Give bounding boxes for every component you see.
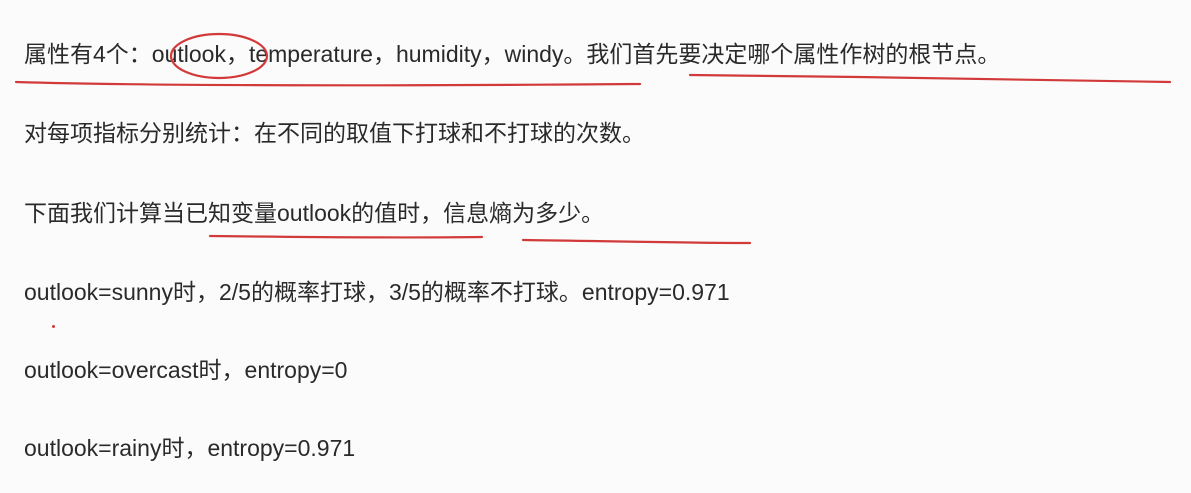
sunny-entropy-line: outlook=sunny时，2/5的概率打球，3/5的概率不打球。entrop… (24, 277, 730, 307)
attributes-rest: ，temperature，humidity，windy。 (225, 41, 587, 67)
stray-pen-dot (52, 325, 55, 328)
entropy-underline (521, 238, 752, 245)
overcast-entropy-text: outlook=overcast时，entropy=0 (24, 357, 348, 383)
entropy-question-comma: ， (420, 200, 444, 226)
statistics-line: 对每项指标分别统计：在不同的取值下打球和不打球的次数。 (24, 118, 645, 148)
entropy-phrase: 信息熵为多少。 (443, 200, 605, 226)
entropy-question-line: 下面我们计算当已知变量outlook的值时，信息熵为多少。 (24, 198, 604, 228)
sunny-entropy-text: outlook=sunny时，2/5的概率打球，3/5的概率不打球。entrop… (24, 279, 730, 305)
pen-annotations (14, 32, 1172, 245)
rainy-entropy-line: outlook=rainy时，entropy=0.971 (24, 433, 355, 463)
entropy-question-prefix: 下面我们计算当 (24, 200, 185, 226)
root-node-underline (688, 73, 1172, 84)
slide-page: 属性有4个：outlook，temperature，humidity，windy… (0, 0, 1191, 493)
attributes-prefix: 属性有4个： (24, 41, 152, 67)
root-node-question: 我们首先要决定哪个属性作树的根节点。 (586, 41, 1001, 67)
outlook-word: outlook (151, 41, 226, 67)
attributes-underline (14, 80, 642, 87)
statistics-text: 对每项指标分别统计：在不同的取值下打球和不打球的次数。 (24, 120, 645, 146)
rainy-entropy-text: outlook=rainy时，entropy=0.971 (24, 435, 356, 461)
attributes-line: 属性有4个：outlook，temperature，humidity，windy… (24, 39, 1000, 69)
known-variable-underline (208, 234, 484, 239)
overcast-entropy-line: outlook=overcast时，entropy=0 (24, 355, 347, 385)
known-variable-phrase: 已知变量outlook的值时 (185, 200, 421, 226)
